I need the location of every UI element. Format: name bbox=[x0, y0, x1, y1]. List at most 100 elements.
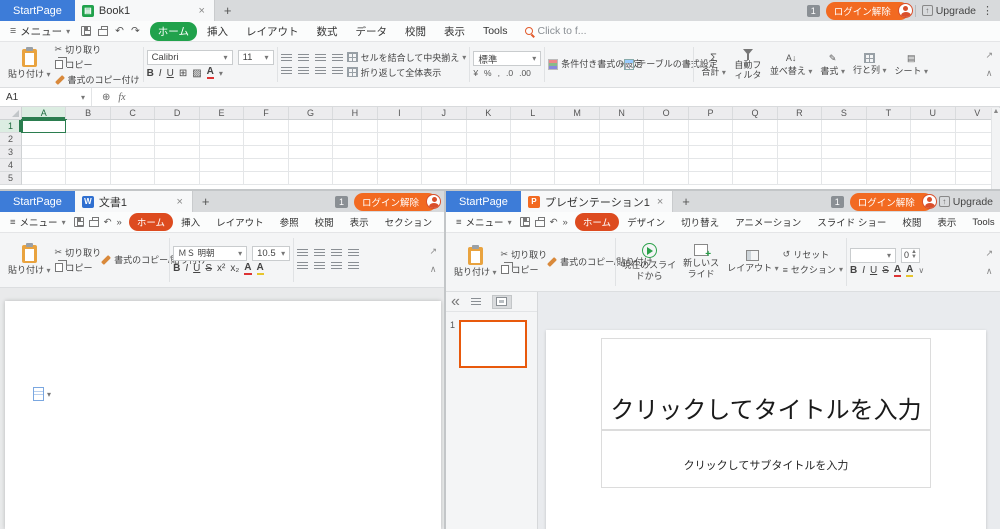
column-header[interactable]: H bbox=[333, 107, 377, 119]
percent-icon[interactable]: % bbox=[484, 68, 492, 78]
cell-L5[interactable] bbox=[511, 172, 555, 185]
ribbon-tab[interactable]: 数式 bbox=[308, 22, 345, 41]
embedded-object-widget[interactable]: ▾ bbox=[33, 387, 51, 401]
format-painter-button[interactable]: 書式のコピー付け bbox=[55, 73, 140, 86]
autofilter-button[interactable]: 自動フィルタ bbox=[730, 44, 766, 85]
login-button[interactable]: ログイン解除 bbox=[354, 193, 437, 211]
cut-button[interactable]: ✂切り取り bbox=[501, 248, 548, 261]
ribbon-tab[interactable]: 挿入 bbox=[173, 213, 208, 231]
tab-startpage[interactable]: StartPage bbox=[0, 0, 75, 21]
notification-badge[interactable]: 1 bbox=[831, 196, 844, 208]
cell-A5[interactable] bbox=[22, 172, 66, 185]
cell-Q3[interactable] bbox=[733, 146, 777, 159]
superscript-button[interactable]: x² bbox=[217, 263, 225, 274]
column-header[interactable]: L bbox=[511, 107, 555, 119]
font-name-select[interactable]: ▾ bbox=[850, 248, 896, 263]
ribbon-tab[interactable]: 切り替え bbox=[673, 213, 727, 231]
cell-G1[interactable] bbox=[289, 120, 333, 133]
column-header[interactable]: A bbox=[22, 107, 66, 119]
cell-K5[interactable] bbox=[467, 172, 511, 185]
row-header[interactable]: 5 bbox=[0, 172, 22, 185]
cell-R5[interactable] bbox=[778, 172, 822, 185]
menu-button[interactable]: ≡ メニュー ▾ bbox=[5, 24, 75, 39]
conditional-format-button[interactable]: 条件付き書式の設定 ▾ bbox=[548, 44, 624, 85]
cell-N3[interactable] bbox=[600, 146, 644, 159]
column-header[interactable]: N bbox=[600, 107, 644, 119]
column-header[interactable]: Q bbox=[733, 107, 777, 119]
play-from-current-button[interactable]: 現在のスライドから bbox=[619, 235, 679, 289]
slide-thumbnail-item[interactable]: 1 bbox=[446, 312, 537, 368]
cell-S4[interactable] bbox=[822, 159, 866, 172]
new-tab-button[interactable]: + bbox=[673, 191, 699, 212]
cell-D3[interactable] bbox=[155, 146, 199, 159]
align-center-icon[interactable] bbox=[298, 67, 309, 76]
more-options-icon[interactable]: ∨ bbox=[918, 266, 924, 275]
tab-startpage[interactable]: StartPage bbox=[446, 191, 521, 212]
save-icon[interactable] bbox=[81, 26, 91, 36]
format-painter-button[interactable]: 書式のコピー/貼り付け bbox=[547, 235, 612, 289]
share-icon[interactable]: ↗ bbox=[985, 50, 993, 61]
cell-H4[interactable] bbox=[333, 159, 377, 172]
cell-H5[interactable] bbox=[333, 172, 377, 185]
title-placeholder[interactable]: クリックしてタイトルを入力 bbox=[601, 338, 931, 430]
indent-decrease-icon[interactable] bbox=[331, 249, 342, 258]
login-button[interactable]: ログイン解除 bbox=[850, 193, 933, 211]
cell-T1[interactable] bbox=[867, 120, 911, 133]
column-header[interactable]: R bbox=[778, 107, 822, 119]
cell-O2[interactable] bbox=[644, 133, 688, 146]
cell-R3[interactable] bbox=[778, 146, 822, 159]
bold-button[interactable]: B bbox=[850, 265, 857, 276]
column-header[interactable]: F bbox=[244, 107, 288, 119]
redo-icon[interactable]: ↷ bbox=[131, 25, 140, 37]
cell-A1[interactable] bbox=[22, 120, 66, 133]
italic-button[interactable]: I bbox=[185, 263, 188, 274]
font-name-select[interactable]: ＭＳ 明朝▾ bbox=[173, 246, 247, 261]
align-top-icon[interactable] bbox=[281, 54, 292, 63]
decrease-decimal-icon[interactable]: .0 bbox=[506, 68, 513, 78]
vertical-scrollbar[interactable]: ▲ bbox=[991, 108, 1000, 189]
font-color-button[interactable]: A bbox=[894, 265, 901, 277]
cell-I5[interactable] bbox=[378, 172, 422, 185]
cell-F1[interactable] bbox=[244, 120, 288, 133]
cell-L1[interactable] bbox=[511, 120, 555, 133]
copy-button[interactable]: コピー bbox=[501, 263, 548, 276]
align-right-icon[interactable] bbox=[315, 67, 326, 76]
row-header[interactable]: 1 bbox=[0, 120, 22, 133]
subtitle-placeholder[interactable]: クリックしてサブタイトルを入力 bbox=[601, 430, 931, 488]
share-icon[interactable]: ↗ bbox=[985, 248, 993, 259]
cell-M3[interactable] bbox=[555, 146, 599, 159]
cell-N2[interactable] bbox=[600, 133, 644, 146]
cell-M1[interactable] bbox=[555, 120, 599, 133]
cell-Q5[interactable] bbox=[733, 172, 777, 185]
cell-U5[interactable] bbox=[911, 172, 955, 185]
cell-A4[interactable] bbox=[22, 159, 66, 172]
cell-U1[interactable] bbox=[911, 120, 955, 133]
scroll-up-icon[interactable]: ▲ bbox=[993, 108, 1000, 115]
cell-N4[interactable] bbox=[600, 159, 644, 172]
cell-C2[interactable] bbox=[111, 133, 155, 146]
cut-button[interactable]: ✂切り取り bbox=[55, 43, 140, 56]
cell-R2[interactable] bbox=[778, 133, 822, 146]
wrap-text-button[interactable]: 折り返して全体表示 bbox=[347, 66, 467, 79]
ribbon-tab[interactable]: スライド ショー bbox=[809, 213, 894, 231]
bullet-list-icon[interactable] bbox=[297, 249, 308, 258]
ribbon-tab[interactable]: デザイン bbox=[619, 213, 673, 231]
cell-G2[interactable] bbox=[289, 133, 333, 146]
align-left-icon[interactable] bbox=[281, 67, 292, 76]
cell-K4[interactable] bbox=[467, 159, 511, 172]
cell-D2[interactable] bbox=[155, 133, 199, 146]
cell-K3[interactable] bbox=[467, 146, 511, 159]
overflow-chevron-icon[interactable]: » bbox=[117, 217, 122, 228]
cell-S3[interactable] bbox=[822, 146, 866, 159]
cell-T3[interactable] bbox=[867, 146, 911, 159]
collapse-ribbon-icon[interactable]: ∧ bbox=[986, 266, 993, 277]
close-tab-icon[interactable]: × bbox=[174, 196, 184, 208]
cell-N1[interactable] bbox=[600, 120, 644, 133]
copy-button[interactable]: コピー bbox=[55, 261, 102, 274]
cell-A3[interactable] bbox=[22, 146, 66, 159]
increase-decimal-icon[interactable]: .00 bbox=[519, 68, 531, 78]
ribbon-tab[interactable]: アニメーション bbox=[727, 213, 809, 231]
font-name-select[interactable]: Calibri▾ bbox=[147, 50, 233, 65]
cell-B2[interactable] bbox=[66, 133, 110, 146]
tab-book1[interactable]: ▤ Book1 × bbox=[75, 0, 215, 21]
